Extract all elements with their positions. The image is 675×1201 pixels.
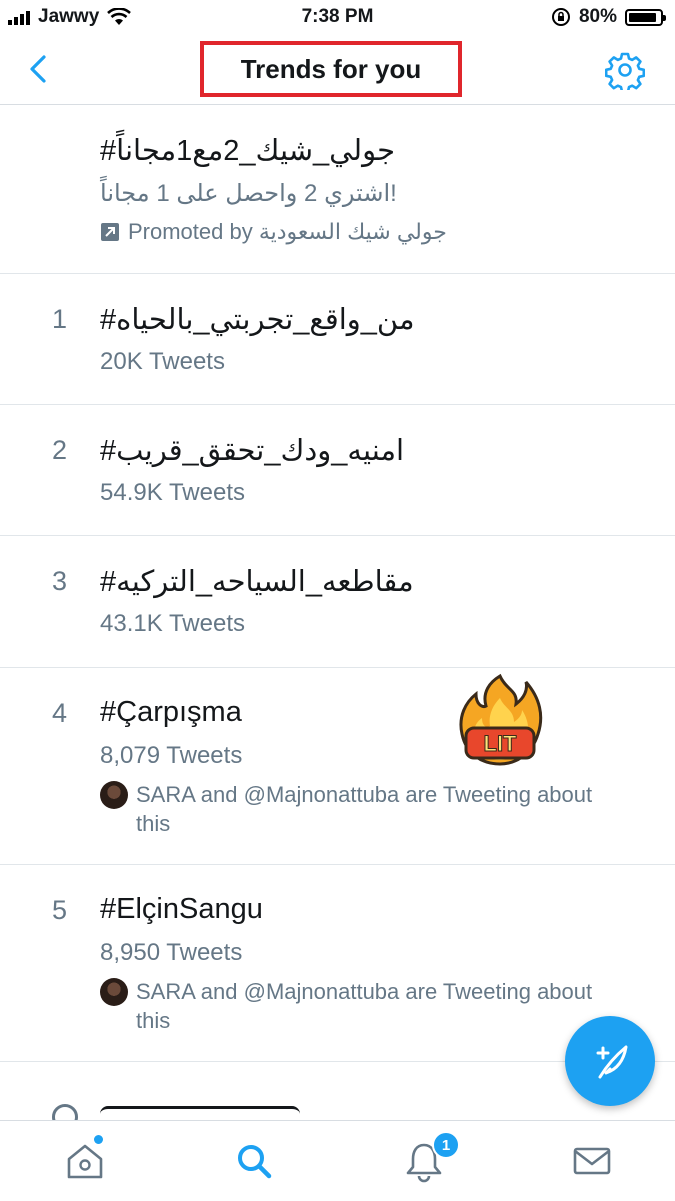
trend-tweet-count: 54.9K Tweets <box>100 479 245 506</box>
back-chevron-icon[interactable] <box>22 52 56 86</box>
battery-percent: 80% <box>578 6 617 27</box>
trend-rank: 2 <box>52 435 68 465</box>
trend-hashtag-partial <box>100 1106 300 1120</box>
trend-context: SARA and @Majnonattuba are Tweeting abou… <box>136 979 593 1033</box>
trend-rank: 4 <box>52 698 68 728</box>
trend-hashtag: #Çarpışma <box>100 696 242 728</box>
sticker-text: LIT <box>484 731 518 756</box>
trend-item[interactable]: 4 #Çarpışma 8,079 Tweets SARA and @Majno… <box>0 668 675 865</box>
gear-icon[interactable] <box>605 50 645 90</box>
trend-hashtag: #امنيه_ودك_تحقق_قريب <box>100 435 405 467</box>
trend-tweet-count: 8,079 Tweets <box>100 742 243 769</box>
promoted-trend[interactable]: #جولي_شيك_2مع1مجاناً اشتري 2 واحصل على 1… <box>0 105 675 274</box>
trend-tweet-count: 20K Tweets <box>100 348 225 375</box>
trend-hashtag: #من_واقع_تجربتي_بالحياه <box>100 304 415 336</box>
trend-item[interactable]: 2 #امنيه_ودك_تحقق_قريب 54.9K Tweets <box>0 405 675 536</box>
fire-sticker: LIT <box>459 673 543 766</box>
promoted-arrow-icon <box>101 223 119 241</box>
trend-rank-partial <box>52 1104 78 1120</box>
notifications-badge: 1 <box>432 1131 460 1159</box>
search-icon[interactable] <box>232 1139 276 1183</box>
avatar <box>100 781 128 809</box>
header: Trends for you <box>0 36 675 105</box>
compose-feather-icon <box>596 1045 628 1079</box>
page-title: Trends for you <box>240 53 422 84</box>
tab-bar: 1 <box>0 1120 675 1201</box>
trend-item[interactable]: 1 #من_واقع_تجربتي_بالحياه 20K Tweets <box>0 274 675 405</box>
promoted-by: Promoted by جولي شيك السعودية <box>100 219 447 245</box>
trend-context: SARA and @Majnonattuba are Tweeting abou… <box>136 782 593 836</box>
trend-rank: 1 <box>52 304 68 334</box>
trend-hashtag: #مقاطعه_السياحه_التركيه <box>100 566 414 598</box>
promoted-label: Promoted by جولي شيك السعودية <box>128 219 447 244</box>
compose-tweet-button[interactable] <box>565 1016 655 1106</box>
title-highlight-box: Trends for you <box>200 41 462 97</box>
avatar <box>100 978 128 1006</box>
promoted-description: اشتري 2 واحصل على 1 مجاناً! <box>100 180 397 207</box>
trend-hashtag: #ElçinSangu <box>100 893 263 925</box>
promoted-hashtag: #جولي_شيك_2مع1مجاناً <box>100 135 396 167</box>
trend-tweet-count: 43.1K Tweets <box>100 610 245 637</box>
trend-item[interactable]: 3 #مقاطعه_السياحه_التركيه 43.1K Tweets <box>0 536 675 668</box>
trend-rank: 5 <box>52 895 68 925</box>
home-unread-dot <box>94 1135 103 1144</box>
home-icon[interactable] <box>63 1139 107 1183</box>
trend-rank: 3 <box>52 566 68 596</box>
status-bar: Jawwy 7:38 PM 80% <box>0 0 675 36</box>
trend-tweet-count: 8,950 Tweets <box>100 939 243 966</box>
battery-icon <box>625 8 666 26</box>
status-right: 80% <box>551 6 666 28</box>
mail-icon[interactable] <box>570 1139 614 1183</box>
orientation-lock-icon <box>551 8 570 26</box>
